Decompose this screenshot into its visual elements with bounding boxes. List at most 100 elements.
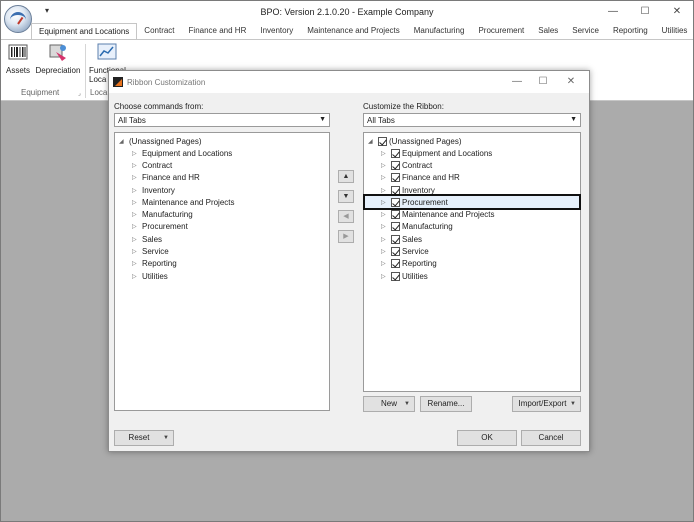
- cancel-button[interactable]: Cancel: [521, 430, 581, 446]
- choose-commands-combo[interactable]: All Tabs ▼: [114, 113, 330, 127]
- expand-arrow-icon[interactable]: ▷: [381, 150, 391, 157]
- tab-reporting[interactable]: Reporting: [606, 23, 655, 39]
- tab-utilities[interactable]: Utilities: [655, 23, 693, 39]
- tree-node[interactable]: ▷ Service: [381, 245, 429, 257]
- checkbox-checked[interactable]: [391, 148, 400, 158]
- expand-arrow-icon[interactable]: ▷: [381, 174, 391, 181]
- depreciation-button[interactable]: Depreciation: [35, 42, 81, 75]
- expand-arrow-icon[interactable]: ▷: [132, 236, 142, 243]
- tree-node[interactable]: ▷ Inventory: [381, 184, 435, 196]
- add-to-ribbon-button[interactable]: ◀: [338, 210, 354, 223]
- tree-node[interactable]: ▷ Finance and HR: [381, 171, 460, 183]
- import-export-button[interactable]: Import/Export ▼: [512, 396, 581, 412]
- move-down-button[interactable]: ▼: [338, 190, 354, 203]
- expand-arrow-icon[interactable]: ▷: [132, 211, 142, 218]
- expand-arrow-icon[interactable]: ▷: [381, 187, 391, 194]
- reset-button[interactable]: Reset ▼: [114, 430, 174, 446]
- tree-node[interactable]: ▷ Reporting: [381, 257, 437, 269]
- new-button[interactable]: New ▼: [363, 396, 415, 412]
- expand-arrow-icon[interactable]: ▷: [381, 223, 391, 230]
- checkbox-checked[interactable]: [391, 221, 400, 231]
- expand-arrow-icon[interactable]: ▷: [132, 162, 142, 169]
- tab-procurement[interactable]: Procurement: [471, 23, 531, 39]
- expand-arrow-icon[interactable]: ▷: [132, 248, 142, 255]
- expand-arrow-icon[interactable]: ▷: [132, 273, 142, 280]
- tree-node[interactable]: ▷ Equipment and Locations: [132, 147, 232, 159]
- tree-node[interactable]: ▷ Inventory: [132, 184, 175, 196]
- expand-arrow-icon[interactable]: ▷: [132, 223, 142, 230]
- expand-arrow-icon[interactable]: ▷: [381, 248, 391, 255]
- collapse-arrow-icon[interactable]: ◢: [119, 138, 129, 145]
- maximize-button[interactable]: ☐: [633, 4, 657, 20]
- dialog-app-icon: [113, 77, 123, 87]
- tree-node-selected[interactable]: ▷ Procurement: [363, 194, 581, 210]
- rename-button[interactable]: Rename...: [420, 396, 472, 412]
- tree-node[interactable]: ▷ Reporting: [132, 257, 177, 269]
- close-button[interactable]: ✕: [665, 4, 689, 20]
- expand-arrow-icon[interactable]: ▷: [132, 187, 142, 194]
- tree-node-root[interactable]: ◢ (Unassigned Pages): [119, 135, 201, 147]
- tab-service[interactable]: Service: [565, 23, 606, 39]
- checkbox-checked[interactable]: [391, 185, 400, 195]
- tree-node[interactable]: ▷ Sales: [132, 233, 162, 245]
- tab-finance-and-hr[interactable]: Finance and HR: [182, 23, 254, 39]
- group-launcher-icon[interactable]: ⌟: [78, 90, 81, 97]
- dialog-title-bar: Ribbon Customization — ☐ ✕: [109, 71, 589, 93]
- checkbox-checked[interactable]: [391, 197, 400, 207]
- expand-arrow-icon[interactable]: ▷: [381, 199, 391, 206]
- dialog-maximize-button[interactable]: ☐: [533, 75, 553, 89]
- move-up-button[interactable]: ▲: [338, 170, 354, 183]
- tab-manufacturing[interactable]: Manufacturing: [407, 23, 472, 39]
- ribbon-tree[interactable]: ◢ (Unassigned Pages) ▷ Equipment and Locat…: [363, 132, 581, 392]
- minimize-button[interactable]: —: [601, 4, 625, 20]
- checkbox-checked[interactable]: [391, 209, 400, 219]
- expand-arrow-icon[interactable]: ▷: [132, 150, 142, 157]
- expand-arrow-icon[interactable]: ▷: [381, 236, 391, 243]
- expand-arrow-icon[interactable]: ▷: [132, 174, 142, 181]
- tree-node[interactable]: ▷ Contract: [132, 159, 172, 171]
- tree-node[interactable]: ▷ Maintenance and Projects: [381, 208, 495, 220]
- expand-arrow-icon[interactable]: ▷: [381, 211, 391, 218]
- commands-tree[interactable]: ◢ (Unassigned Pages) ▷ Equipment and Locat…: [114, 132, 330, 411]
- tree-node[interactable]: ▷ Procurement: [132, 220, 188, 232]
- expand-arrow-icon[interactable]: ▷: [132, 199, 142, 206]
- tree-node[interactable]: ▷ Service: [132, 245, 169, 257]
- tree-node[interactable]: ▷ Manufacturing: [132, 208, 193, 220]
- checkbox-checked[interactable]: [391, 160, 400, 170]
- expand-arrow-icon[interactable]: ▷: [381, 273, 391, 280]
- expand-arrow-icon[interactable]: ▷: [381, 260, 391, 267]
- tree-node[interactable]: ▷ Equipment and Locations: [381, 147, 492, 159]
- tab-equipment-and-locations[interactable]: Equipment and Locations: [31, 23, 138, 39]
- tree-node[interactable]: ▷ Sales: [381, 233, 422, 245]
- checkbox-checked[interactable]: [391, 271, 400, 281]
- tab-sales[interactable]: Sales: [531, 23, 565, 39]
- chevron-down-icon: ▼: [570, 401, 576, 407]
- ok-button[interactable]: OK: [457, 430, 517, 446]
- group-label-equipment: Equipment: [21, 88, 60, 97]
- tab-contract[interactable]: Contract: [137, 23, 181, 39]
- collapse-arrow-icon[interactable]: ◢: [368, 138, 378, 145]
- dialog-title: Ribbon Customization: [127, 78, 206, 87]
- dialog-minimize-button[interactable]: —: [507, 75, 527, 89]
- dialog-close-button[interactable]: ✕: [561, 75, 581, 89]
- checkbox-checked[interactable]: [391, 234, 400, 244]
- tab-maintenance-and-projects[interactable]: Maintenance and Projects: [300, 23, 407, 39]
- tree-node[interactable]: ▷ Contract: [381, 159, 432, 171]
- remove-from-ribbon-button[interactable]: ▶: [338, 230, 354, 243]
- customize-ribbon-combo[interactable]: All Tabs ▼: [363, 113, 581, 127]
- tree-node[interactable]: ▷ Maintenance and Projects: [132, 196, 235, 208]
- tree-node[interactable]: ▷ Utilities: [381, 270, 428, 282]
- tree-node-root[interactable]: ◢ (Unassigned Pages): [368, 135, 461, 147]
- expand-arrow-icon[interactable]: ▷: [132, 260, 142, 267]
- checkbox-checked[interactable]: [391, 246, 400, 256]
- group-label-locations: Loca: [90, 88, 108, 97]
- tab-inventory[interactable]: Inventory: [253, 23, 300, 39]
- tree-node[interactable]: ▷ Manufacturing: [381, 220, 453, 232]
- tree-node[interactable]: ▷ Finance and HR: [132, 171, 200, 183]
- assets-button[interactable]: Assets: [5, 42, 31, 75]
- checkbox-checked[interactable]: [378, 136, 387, 146]
- tree-node[interactable]: ▷ Utilities: [132, 270, 168, 282]
- expand-arrow-icon[interactable]: ▷: [381, 162, 391, 169]
- checkbox-checked[interactable]: [391, 172, 400, 182]
- checkbox-checked[interactable]: [391, 258, 400, 268]
